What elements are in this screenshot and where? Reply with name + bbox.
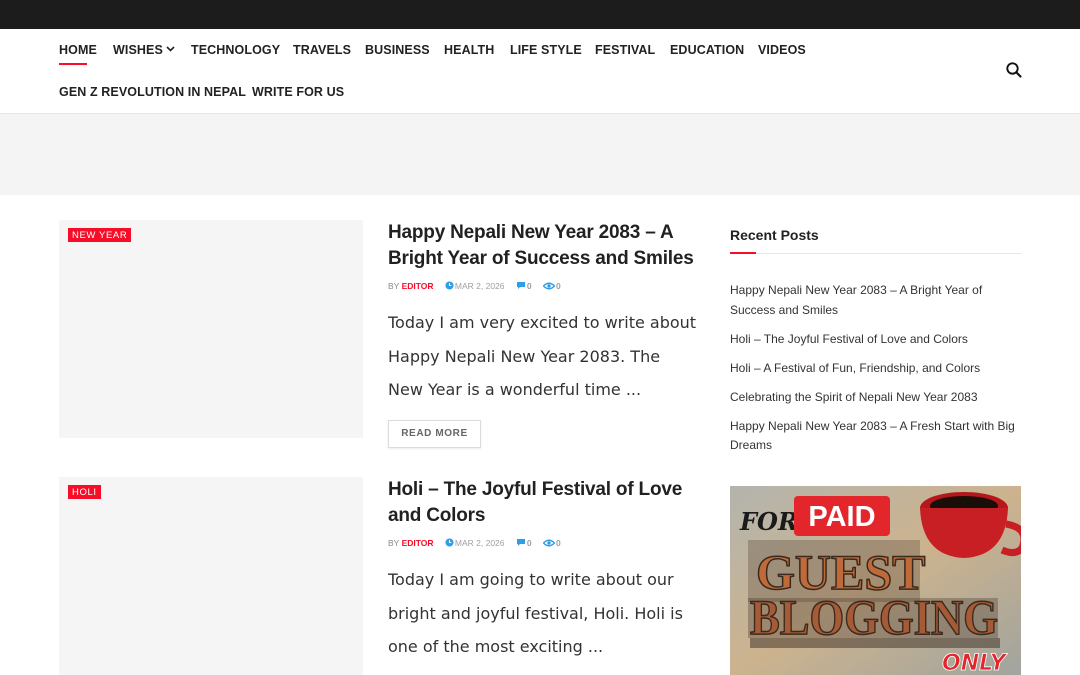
nav-item-life-style[interactable]: LIFE STYLE bbox=[510, 43, 582, 57]
nav-item-label: WISHES bbox=[113, 43, 163, 57]
recent-post-link[interactable]: Holi – The Joyful Festival of Love and C… bbox=[730, 330, 1021, 350]
recent-post-link[interactable]: Celebrating the Spirit of Nepali New Yea… bbox=[730, 388, 1021, 408]
nav-item-videos[interactable]: VIDEOS bbox=[758, 43, 806, 57]
post-thumbnail[interactable]: NEW YEAR bbox=[59, 220, 363, 438]
author-link[interactable]: EDITOR bbox=[402, 538, 434, 548]
clock-icon bbox=[445, 281, 454, 290]
post-excerpt: Today I am very excited to write about H… bbox=[388, 313, 697, 399]
ad-blogging-text: BLOGGING bbox=[750, 589, 998, 645]
post-thumbnail[interactable]: HOLI bbox=[59, 477, 363, 675]
read-more-button[interactable]: READ MORE bbox=[388, 420, 481, 448]
eye-icon bbox=[543, 282, 556, 290]
comment-count[interactable]: 0 bbox=[527, 538, 532, 548]
clock-icon bbox=[445, 538, 454, 547]
comment-icon bbox=[516, 539, 525, 547]
post-title[interactable]: Happy Nepali New Year 2083 – A Bright Ye… bbox=[388, 220, 698, 272]
nav-item-write-for-us[interactable]: WRITE FOR US bbox=[252, 85, 344, 99]
ad-only-text: ONLY bbox=[942, 651, 1008, 675]
comment-icon bbox=[516, 282, 525, 290]
nav-item-business[interactable]: BUSINESS bbox=[365, 43, 430, 57]
ad-image: FOR PAID GUEST BLOGGING ONLY bbox=[730, 486, 1021, 675]
eye-icon bbox=[543, 539, 556, 547]
view-count: 0 bbox=[556, 538, 561, 548]
post-date[interactable]: MAR 2, 2026 bbox=[455, 281, 505, 291]
post-card: HOLI Holi – The Joyful Festival of Love … bbox=[59, 477, 699, 675]
nav-item-wishes[interactable]: WISHES bbox=[113, 43, 175, 57]
search-icon[interactable] bbox=[1005, 61, 1023, 79]
view-count: 0 bbox=[556, 281, 561, 291]
category-badge[interactable]: NEW YEAR bbox=[68, 228, 132, 242]
sidebar: Recent Posts Happy Nepali New Year 2083 … bbox=[730, 226, 1021, 465]
recent-posts-list: Happy Nepali New Year 2083 – A Bright Ye… bbox=[730, 281, 1021, 456]
by-label: BY bbox=[388, 281, 400, 291]
chevron-down-icon bbox=[166, 46, 175, 52]
post-meta: BY EDITOR MAR 2, 2026 0 0 bbox=[388, 281, 561, 291]
top-bar bbox=[0, 0, 1080, 29]
comment-count[interactable]: 0 bbox=[527, 281, 532, 291]
nav-item-home[interactable]: HOME bbox=[59, 43, 97, 65]
nav-item-travels[interactable]: TRAVELS bbox=[293, 43, 351, 57]
nav-item-education[interactable]: EDUCATION bbox=[670, 43, 744, 57]
nav-item-health[interactable]: HEALTH bbox=[444, 43, 494, 57]
ad-for-text: FOR bbox=[739, 507, 798, 536]
post-date[interactable]: MAR 2, 2026 bbox=[455, 538, 505, 548]
author-link[interactable]: EDITOR bbox=[402, 281, 434, 291]
post-card: NEW YEAR Happy Nepali New Year 2083 – A … bbox=[59, 220, 699, 455]
header-ad-area bbox=[0, 114, 1080, 195]
by-label: BY bbox=[388, 538, 400, 548]
recent-post-link[interactable]: Holi – A Festival of Fun, Friendship, an… bbox=[730, 359, 1021, 379]
main-navigation: HOME WISHES TECHNOLOGY TRAVELS BUSINESS … bbox=[0, 29, 1080, 114]
widget-title: Recent Posts bbox=[730, 226, 1021, 254]
nav-item-festival[interactable]: FESTIVAL bbox=[595, 43, 655, 57]
recent-post-link[interactable]: Happy Nepali New Year 2083 – A Bright Ye… bbox=[730, 281, 1021, 320]
ad-paid-text: PAID bbox=[808, 501, 875, 533]
guest-blogging-ad[interactable]: FOR PAID GUEST BLOGGING ONLY bbox=[730, 486, 1021, 675]
nav-item-technology[interactable]: TECHNOLOGY bbox=[191, 43, 280, 57]
post-meta: BY EDITOR MAR 2, 2026 0 0 bbox=[388, 538, 561, 548]
post-excerpt: Today I am going to write about our brig… bbox=[388, 570, 683, 656]
nav-item-gen-z-revolution[interactable]: GEN Z REVOLUTION IN NEPAL bbox=[59, 85, 246, 99]
category-badge[interactable]: HOLI bbox=[68, 485, 101, 499]
recent-post-link[interactable]: Happy Nepali New Year 2083 – A Fresh Sta… bbox=[730, 417, 1021, 456]
post-title[interactable]: Holi – The Joyful Festival of Love and C… bbox=[388, 477, 698, 529]
